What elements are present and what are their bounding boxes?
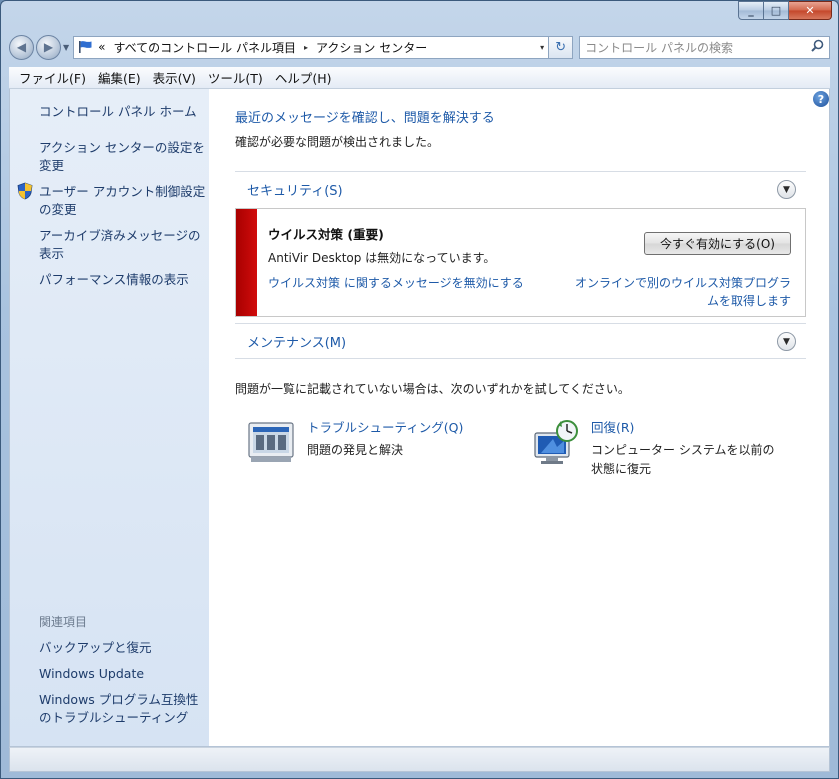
menu-view[interactable]: 表示(V) (147, 68, 202, 87)
sidebar-item-uac[interactable]: ユーザー アカウント制御設定の変更 (39, 183, 207, 219)
chevron-down-icon[interactable]: ▼ (777, 180, 796, 199)
sidebar-item-archived[interactable]: アーカイブ済みメッセージの表示 (39, 227, 207, 263)
recovery-tool: 回復(R) コンピューター システムを以前の状態に復元 (531, 419, 781, 479)
breadcrumb-separator-icon[interactable]: ▸ (304, 43, 308, 52)
maintenance-section-header[interactable]: メンテナンス(M) ▼ (235, 323, 806, 359)
recent-pages-dropdown-icon[interactable]: ▼ (63, 43, 69, 52)
online-antivirus-link[interactable]: オンラインで別のウイルス対策プログラムを取得します (571, 274, 791, 310)
forward-button[interactable]: ▶ (36, 34, 61, 60)
task-pane: コントロール パネル ホーム アクション センターの設定を変更 ユーザー アカウ… (10, 89, 209, 746)
related-compat-link[interactable]: Windows プログラム互換性のトラブルシューティング (39, 691, 207, 727)
recovery-text: 回復(R) コンピューター システムを以前の状態に復元 (591, 419, 781, 479)
help-icon[interactable]: ? (813, 91, 829, 107)
chevron-down-icon[interactable]: ▼ (777, 332, 796, 351)
breadcrumb-action-center[interactable]: アクション センター (316, 39, 427, 56)
window-frame: _ □ ✕ ◀ ▶ ▼ « すべてのコントロール パネル項目 ▸ アクション セ… (0, 0, 839, 779)
related-title: 関連項目 (39, 615, 88, 629)
sidebar-item-settings[interactable]: アクション センターの設定を変更 (39, 139, 207, 175)
menu-edit[interactable]: 編集(E) (92, 68, 147, 87)
search-placeholder: コントロール パネルの検索 (585, 40, 733, 55)
menu-bar: ファイル(F) 編集(E) 表示(V) ツール(T) ヘルプ(H) (9, 67, 830, 89)
search-input[interactable]: コントロール パネルの検索 (579, 35, 830, 59)
antivirus-alert: ウイルス対策 (重要) AntiVir Desktop は無効になっています。 … (235, 208, 806, 317)
caption-buttons: _ □ ✕ (738, 1, 832, 20)
menu-help[interactable]: ヘルプ(H) (269, 68, 338, 87)
security-section-label: セキュリティ(S) (247, 184, 343, 199)
troubleshooting-tool: トラブルシューティング(Q) 問題の発見と解決 (247, 419, 497, 467)
sidebar-item-performance[interactable]: パフォーマンス情報の表示 (39, 271, 207, 289)
address-bar[interactable]: « すべてのコントロール パネル項目 ▸ アクション センター ▾ (73, 35, 550, 59)
not-listed-text: 問題が一覧に記載されていない場合は、次のいずれかを試してください。 (235, 382, 630, 396)
back-button[interactable]: ◀ (9, 34, 34, 60)
related-windows-update-link[interactable]: Windows Update (39, 665, 207, 683)
breadcrumb-all-items[interactable]: すべてのコントロール パネル項目 (114, 39, 297, 56)
alert-description: AntiVir Desktop は無効になっています。 (268, 251, 496, 265)
alert-title: ウイルス対策 (重要) (268, 227, 384, 242)
maximize-button[interactable]: □ (764, 1, 789, 20)
refresh-button[interactable]: ↻ (549, 35, 574, 59)
recovery-description: コンピューター システムを以前の状態に復元 (591, 443, 775, 476)
search-icon[interactable] (811, 39, 824, 56)
menu-file[interactable]: ファイル(F) (13, 68, 92, 87)
troubleshooting-text: トラブルシューティング(Q) 問題の発見と解決 (307, 419, 497, 467)
uac-shield-icon (17, 182, 33, 200)
address-overflow-button[interactable]: « (98, 40, 105, 54)
minimize-button[interactable]: _ (738, 1, 764, 20)
address-dropdown-icon[interactable]: ▾ (540, 43, 544, 52)
maintenance-section-label: メンテナンス(M) (247, 335, 347, 351)
troubleshooting-icon (247, 419, 295, 467)
content-area: コントロール パネル ホーム アクション センターの設定を変更 ユーザー アカウ… (9, 89, 830, 747)
page-title: 最近のメッセージを確認し、問題を解決する (235, 111, 495, 126)
navigation-bar: ◀ ▶ ▼ « すべてのコントロール パネル項目 ▸ アクション センター ▾ … (9, 32, 830, 62)
enable-now-button[interactable]: 今すぐ有効にする(O) (644, 232, 791, 255)
recovery-link[interactable]: 回復(R) (591, 419, 781, 437)
menu-tools[interactable]: ツール(T) (202, 68, 269, 87)
troubleshooting-link[interactable]: トラブルシューティング(Q) (307, 419, 497, 437)
main-pane: ? 最近のメッセージを確認し、問題を解決する 確認が必要な問題が検出されました。… (209, 89, 829, 746)
troubleshooting-description: 問題の発見と解決 (307, 443, 404, 457)
sidebar-home-link[interactable]: コントロール パネル ホーム (39, 103, 207, 121)
close-button[interactable]: ✕ (789, 1, 832, 20)
recovery-icon (531, 419, 579, 467)
alert-severity-bar (236, 209, 257, 316)
page-subtitle: 確認が必要な問題が検出されました。 (235, 135, 440, 149)
status-bar (9, 747, 830, 772)
related-backup-link[interactable]: バックアップと復元 (39, 639, 207, 657)
disable-messages-link[interactable]: ウイルス対策 に関するメッセージを無効にする (268, 274, 524, 291)
security-section-header[interactable]: セキュリティ(S) ▼ (235, 171, 806, 207)
action-center-flag-icon (78, 40, 94, 54)
